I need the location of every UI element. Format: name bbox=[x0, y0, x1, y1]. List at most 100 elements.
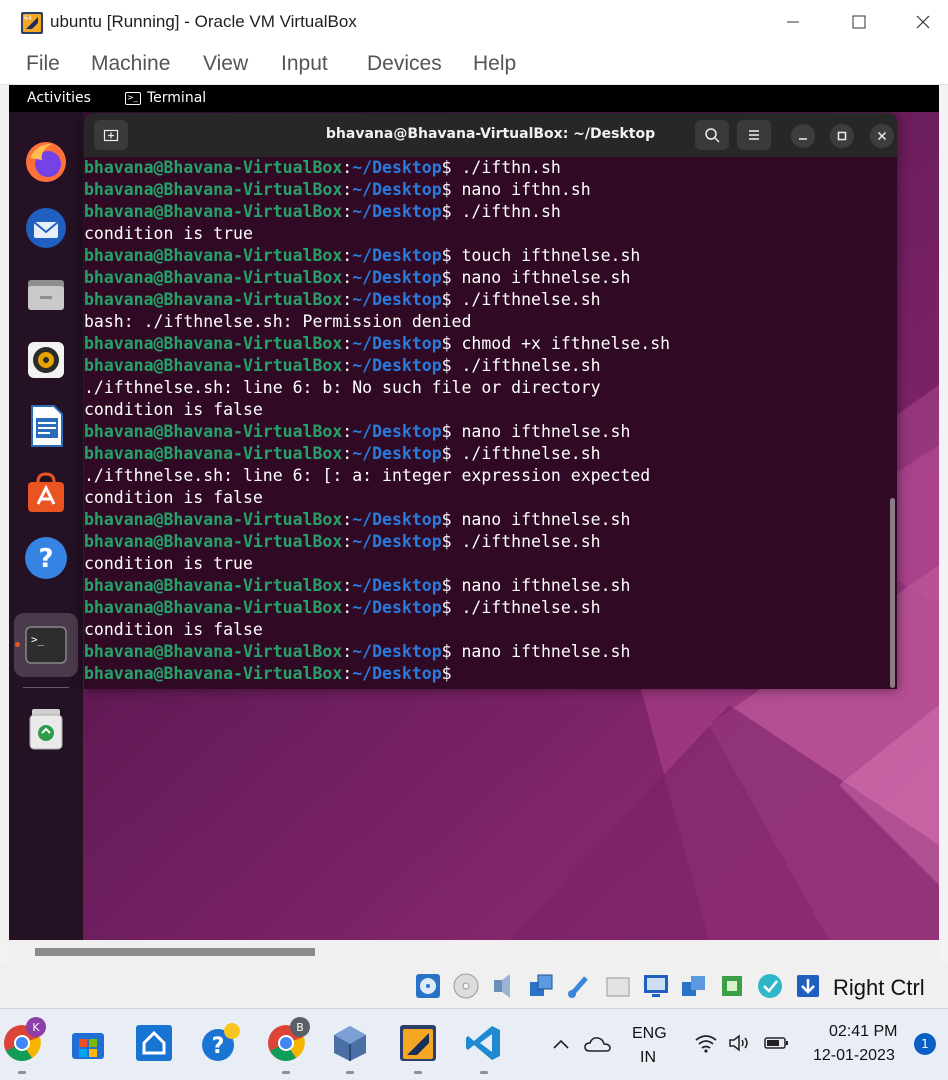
terminal-output-line: ./ifthnelse.sh: line 6: b: No such file … bbox=[84, 377, 897, 399]
video-capture-icon[interactable] bbox=[680, 972, 708, 1000]
running-indicator bbox=[18, 1071, 26, 1074]
terminal-header: bhavana@Bhavana-VirtualBox: ~/Desktop bbox=[84, 113, 897, 157]
maximize-icon bbox=[852, 15, 866, 29]
menu-view[interactable]: View bbox=[203, 52, 248, 76]
chrome-taskbar-button[interactable]: K bbox=[2, 1017, 46, 1063]
terminal-output[interactable]: bhavana@Bhavana-VirtualBox:~/Desktop$ ./… bbox=[84, 157, 897, 689]
command-text: ./ifthn.sh bbox=[451, 158, 561, 177]
minimize-button[interactable] bbox=[770, 6, 816, 38]
shared-folders-icon[interactable] bbox=[604, 972, 632, 1000]
language-indicator[interactable]: ENG bbox=[632, 1025, 667, 1043]
thunderbird-icon[interactable] bbox=[22, 204, 70, 252]
command-text: nano ifthnelse.sh bbox=[451, 422, 631, 441]
get-help-button[interactable]: ? bbox=[200, 1023, 240, 1063]
terminal-command-line: bhavana@Bhavana-VirtualBox:~/Desktop$ ./… bbox=[84, 531, 897, 553]
virtualbox-cube-icon bbox=[334, 1026, 366, 1061]
menu-file[interactable]: File bbox=[26, 52, 60, 76]
terminal-output-line: condition is false bbox=[84, 399, 897, 421]
company-portal-button[interactable] bbox=[134, 1023, 174, 1063]
vm-status-bar: Right Ctrl bbox=[0, 962, 948, 1008]
terminal-command-line: bhavana@Bhavana-VirtualBox:~/Desktop$ bbox=[84, 663, 897, 685]
terminal-command-line: bhavana@Bhavana-VirtualBox:~/Desktop$ ./… bbox=[84, 443, 897, 465]
prompt-symbol: $ bbox=[441, 290, 452, 309]
terminal-scrollbar[interactable] bbox=[890, 498, 895, 688]
menu-machine[interactable]: Machine bbox=[91, 52, 170, 76]
hard-disk-icon[interactable] bbox=[414, 972, 442, 1000]
prompt-separator: : bbox=[342, 510, 353, 529]
prompt-separator: : bbox=[342, 642, 353, 661]
libreoffice-writer-icon[interactable] bbox=[22, 402, 70, 450]
horizontal-scrollbar[interactable] bbox=[9, 940, 939, 962]
virtualbox-vm-button[interactable] bbox=[398, 1023, 438, 1063]
menu-devices[interactable]: Devices bbox=[367, 52, 442, 76]
terminal-command-line: bhavana@Bhavana-VirtualBox:~/Desktop$ ./… bbox=[84, 157, 897, 179]
terminal-output-line: condition is false bbox=[84, 487, 897, 509]
guest-display[interactable]: Activities >_ Terminal ? >_ bhavana@Bhav… bbox=[9, 85, 939, 940]
close-button[interactable] bbox=[900, 6, 946, 38]
prompt-separator: : bbox=[342, 202, 353, 221]
prompt-path: ~/Desktop bbox=[352, 642, 442, 661]
close-icon bbox=[877, 131, 887, 141]
menu-button[interactable] bbox=[737, 120, 771, 150]
svg-text:?: ? bbox=[38, 544, 53, 574]
prompt-separator: : bbox=[342, 422, 353, 441]
keyboard-layout-indicator[interactable]: IN bbox=[640, 1049, 656, 1067]
prompt-path: ~/Desktop bbox=[352, 246, 442, 265]
terminal-command-line: bhavana@Bhavana-VirtualBox:~/Desktop$ ./… bbox=[84, 355, 897, 377]
optical-drive-icon[interactable] bbox=[452, 972, 480, 1000]
virtualbox-manager-button[interactable] bbox=[330, 1023, 370, 1063]
vscode-button[interactable] bbox=[464, 1023, 504, 1063]
left-edge bbox=[0, 85, 9, 945]
terminal-minimize-button[interactable] bbox=[791, 124, 815, 148]
clock-time[interactable]: 02:41 PM bbox=[829, 1023, 897, 1041]
title-bar: 64 ubuntu [Running] - Oracle VM VirtualB… bbox=[0, 0, 948, 45]
volume-icon[interactable] bbox=[728, 1033, 752, 1053]
network-icon[interactable] bbox=[528, 972, 556, 1000]
output-text: ./ifthnelse.sh: line 6: b: No such file … bbox=[84, 378, 601, 397]
usb-icon[interactable] bbox=[566, 972, 594, 1000]
cpu-icon[interactable] bbox=[718, 972, 746, 1000]
app-menu-terminal[interactable]: Terminal bbox=[147, 90, 206, 106]
menu-bar: File Machine View Input Devices Help bbox=[0, 45, 948, 85]
prompt-symbol: $ bbox=[441, 202, 452, 221]
rhythmbox-icon[interactable] bbox=[22, 336, 70, 384]
prompt-symbol: $ bbox=[441, 356, 452, 375]
activities-button[interactable]: Activities bbox=[27, 90, 91, 106]
terminal-close-button[interactable] bbox=[870, 124, 894, 148]
wifi-icon[interactable] bbox=[694, 1033, 718, 1053]
clock-date[interactable]: 12-01-2023 bbox=[813, 1047, 895, 1065]
prompt-symbol: $ bbox=[441, 510, 452, 529]
battery-icon[interactable] bbox=[764, 1035, 790, 1051]
terminal-icon[interactable]: >_ bbox=[22, 621, 70, 669]
microsoft-store-icon bbox=[72, 1033, 104, 1059]
command-text: nano ifthnelse.sh bbox=[451, 268, 631, 287]
terminal-maximize-button[interactable] bbox=[830, 124, 854, 148]
virtualbox-app-icon: 64 bbox=[21, 12, 43, 34]
search-button[interactable] bbox=[695, 120, 729, 150]
prompt-user: bhavana@Bhavana-VirtualBox bbox=[84, 576, 343, 595]
maximize-button[interactable] bbox=[836, 6, 882, 38]
mouse-integration-icon[interactable] bbox=[794, 972, 822, 1000]
terminal-command-line: bhavana@Bhavana-VirtualBox:~/Desktop$ ./… bbox=[84, 597, 897, 619]
microsoft-store-button[interactable] bbox=[68, 1023, 108, 1063]
scrollbar-thumb[interactable] bbox=[35, 948, 315, 956]
files-icon[interactable] bbox=[22, 270, 70, 318]
chrome-profile-2-button[interactable]: B bbox=[266, 1017, 310, 1063]
chevron-up-icon[interactable] bbox=[552, 1037, 570, 1051]
help-icon[interactable]: ? bbox=[22, 534, 70, 582]
notification-badge[interactable]: 1 bbox=[914, 1033, 936, 1055]
terminal-command-line: bhavana@Bhavana-VirtualBox:~/Desktop$ na… bbox=[84, 575, 897, 597]
firefox-icon[interactable] bbox=[22, 138, 70, 186]
menu-input[interactable]: Input bbox=[281, 52, 328, 76]
terminal-command-line: bhavana@Bhavana-VirtualBox:~/Desktop$ na… bbox=[84, 267, 897, 289]
output-text: condition is false bbox=[84, 620, 263, 639]
terminal-window[interactable]: bhavana@Bhavana-VirtualBox: ~/Desktop bh… bbox=[84, 113, 897, 689]
ubuntu-software-icon[interactable] bbox=[22, 468, 70, 516]
audio-icon[interactable] bbox=[490, 972, 518, 1000]
onedrive-icon[interactable] bbox=[584, 1035, 612, 1053]
guest-additions-icon[interactable] bbox=[756, 972, 784, 1000]
menu-help[interactable]: Help bbox=[473, 52, 516, 76]
display-icon[interactable] bbox=[642, 972, 670, 1000]
hamburger-icon bbox=[749, 130, 759, 140]
trash-icon[interactable] bbox=[22, 705, 70, 753]
